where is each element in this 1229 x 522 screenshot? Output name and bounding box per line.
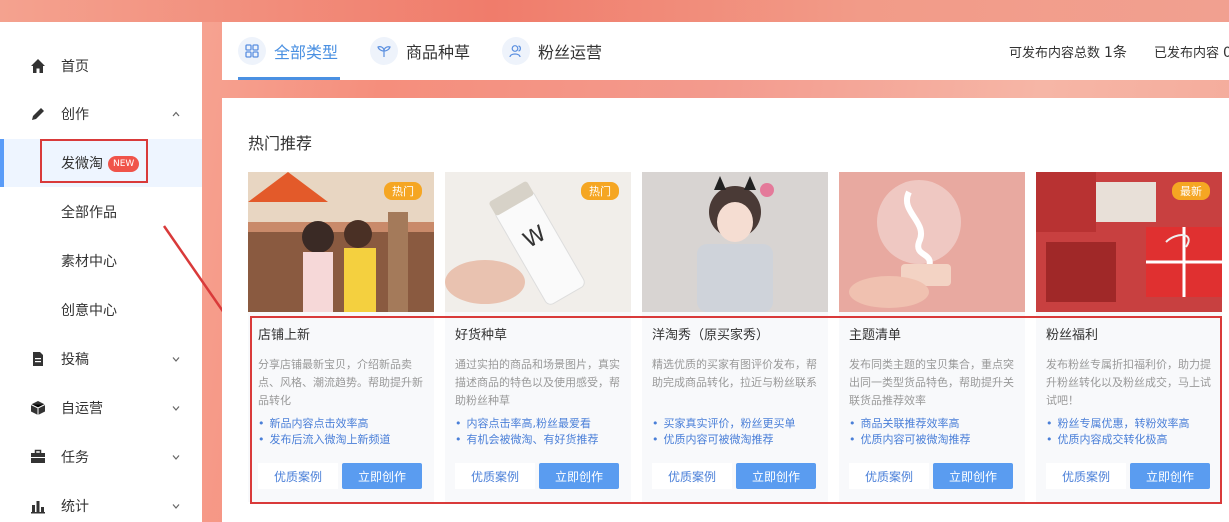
card-image — [642, 172, 828, 312]
chevron-up-icon — [172, 109, 180, 120]
publishable-count-value: 1条 — [1104, 45, 1127, 61]
annotation-highlight-box — [40, 139, 148, 183]
tab-active-underline — [238, 77, 340, 80]
sidebar-item-tasks[interactable]: 任务 — [0, 433, 202, 481]
tab-label: 全部类型 — [274, 43, 339, 62]
sidebar-item-self-operate[interactable]: 自运营 — [0, 384, 202, 432]
published-count: 已发布内容 0 — [1154, 42, 1229, 61]
publishable-count: 可发布内容总数 1条 — [1009, 42, 1127, 62]
publishable-count-label: 可发布内容总数 — [1009, 46, 1101, 61]
briefcase-icon — [30, 449, 46, 465]
sidebar-subitem-label: 创意中心 — [61, 303, 117, 319]
home-icon — [30, 58, 46, 74]
sidebar-subitem-label: 全部作品 — [61, 205, 117, 221]
section-title: 热门推荐 — [248, 134, 313, 153]
tab-label: 商品种草 — [406, 43, 471, 62]
chevron-down-icon — [172, 354, 180, 365]
box-icon — [30, 400, 46, 416]
header-panel: 全部类型 商品种草 粉丝运营 可发布内容总数 1条 已发布内容 0 — [222, 22, 1229, 80]
sidebar-item-home[interactable]: 首页 — [0, 42, 202, 90]
chevron-down-icon — [172, 403, 180, 414]
sidebar-item-label: 投稿 — [61, 352, 89, 368]
top-banner — [0, 0, 1229, 22]
sidebar-item-label: 创作 — [61, 107, 89, 123]
bar-chart-icon — [30, 498, 46, 514]
chevron-down-icon — [172, 452, 180, 463]
card-image — [839, 172, 1025, 312]
hot-badge: 热门 — [384, 182, 422, 200]
sidebar-item-label: 首页 — [61, 59, 89, 75]
annotation-highlight-box — [250, 316, 1222, 504]
active-indicator — [0, 139, 4, 187]
users-icon — [502, 37, 530, 65]
tab-all-types[interactable]: 全部类型 — [238, 22, 340, 80]
sprout-icon — [370, 37, 398, 65]
tab-product-seeding[interactable]: 商品种草 — [370, 22, 470, 80]
sidebar-item-stats[interactable]: 统计 — [0, 482, 202, 522]
published-count-label: 已发布内容 — [1154, 46, 1220, 61]
published-count-value: 0 — [1223, 45, 1229, 61]
grid-icon — [238, 37, 266, 65]
tab-label: 粉丝运营 — [538, 43, 603, 62]
sidebar-item-create[interactable]: 创作 — [0, 90, 202, 138]
sidebar-item-label: 统计 — [61, 499, 89, 515]
new-badge: 最新 — [1172, 182, 1210, 200]
tab-fans-operation[interactable]: 粉丝运营 — [502, 22, 602, 80]
sidebar-subitem-label: 素材中心 — [61, 254, 117, 270]
sidebar-item-label: 自运营 — [61, 401, 103, 417]
pencil-icon — [30, 106, 46, 122]
sidebar-item-label: 任务 — [61, 450, 89, 466]
chevron-down-icon — [172, 501, 180, 512]
document-icon — [30, 351, 46, 367]
hot-badge: 热门 — [581, 182, 619, 200]
